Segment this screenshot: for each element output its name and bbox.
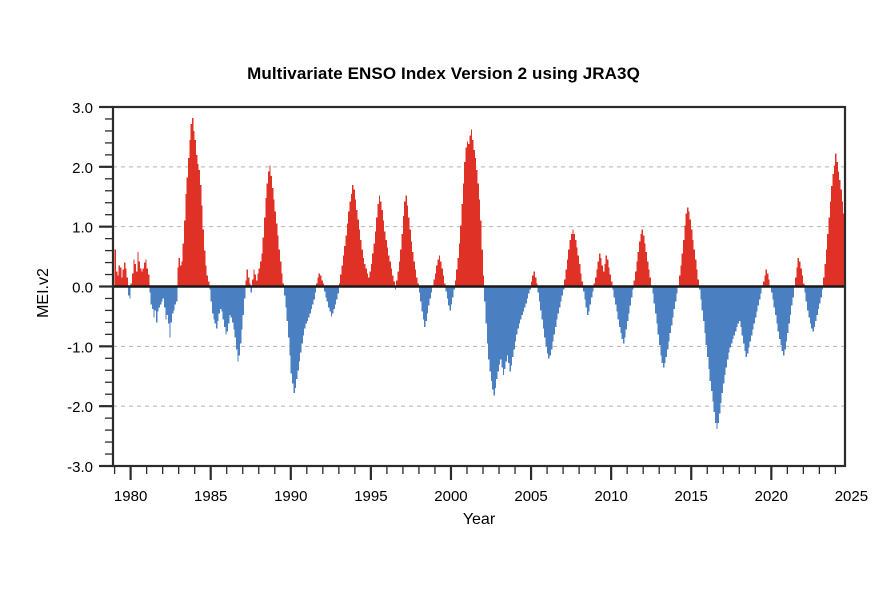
x-tick-label: 2020 <box>755 488 788 505</box>
y-tick-label: 0.0 <box>72 280 93 297</box>
y-tick-label: -3.0 <box>67 459 93 476</box>
y-tick-label: 1.0 <box>72 220 93 237</box>
x-tick-label: 2025 <box>835 488 868 505</box>
x-tick-label: 1980 <box>114 488 147 505</box>
y-axis-title: MEI.v2 <box>35 268 52 318</box>
x-axis-title: Year <box>463 511 496 528</box>
x-tick-label: 2010 <box>594 488 627 505</box>
bar-series <box>114 117 845 429</box>
x-tick-label: 2015 <box>675 488 708 505</box>
y-axis-ticks <box>99 105 113 468</box>
y-tick-label: 3.0 <box>72 100 93 117</box>
x-tick-label: 2000 <box>434 488 467 505</box>
y-tick-label: -1.0 <box>67 339 93 356</box>
y-tick-label: -2.0 <box>67 399 93 416</box>
x-axis-tick-labels: 1980 1985 1990 1995 2000 2005 2010 2015 2020 2025 <box>114 488 868 505</box>
y-tick-label: 2.0 <box>72 160 93 177</box>
x-tick-label: 1985 <box>194 488 227 505</box>
y-axis-tick-labels: -3.0 -2.0 -1.0 0.0 1.0 2.0 3.0 <box>67 100 93 476</box>
x-tick-label: 1995 <box>354 488 387 505</box>
enso-index-figure: Multivariate ENSO Index Version 2 using … <box>0 0 887 603</box>
x-tick-label: 2005 <box>514 488 547 505</box>
x-tick-label: 1990 <box>274 488 307 505</box>
mei-v2-timeseries-chart: -3.0 -2.0 -1.0 0.0 1.0 2.0 3.0 1980 1985 1990 199… <box>35 100 868 528</box>
